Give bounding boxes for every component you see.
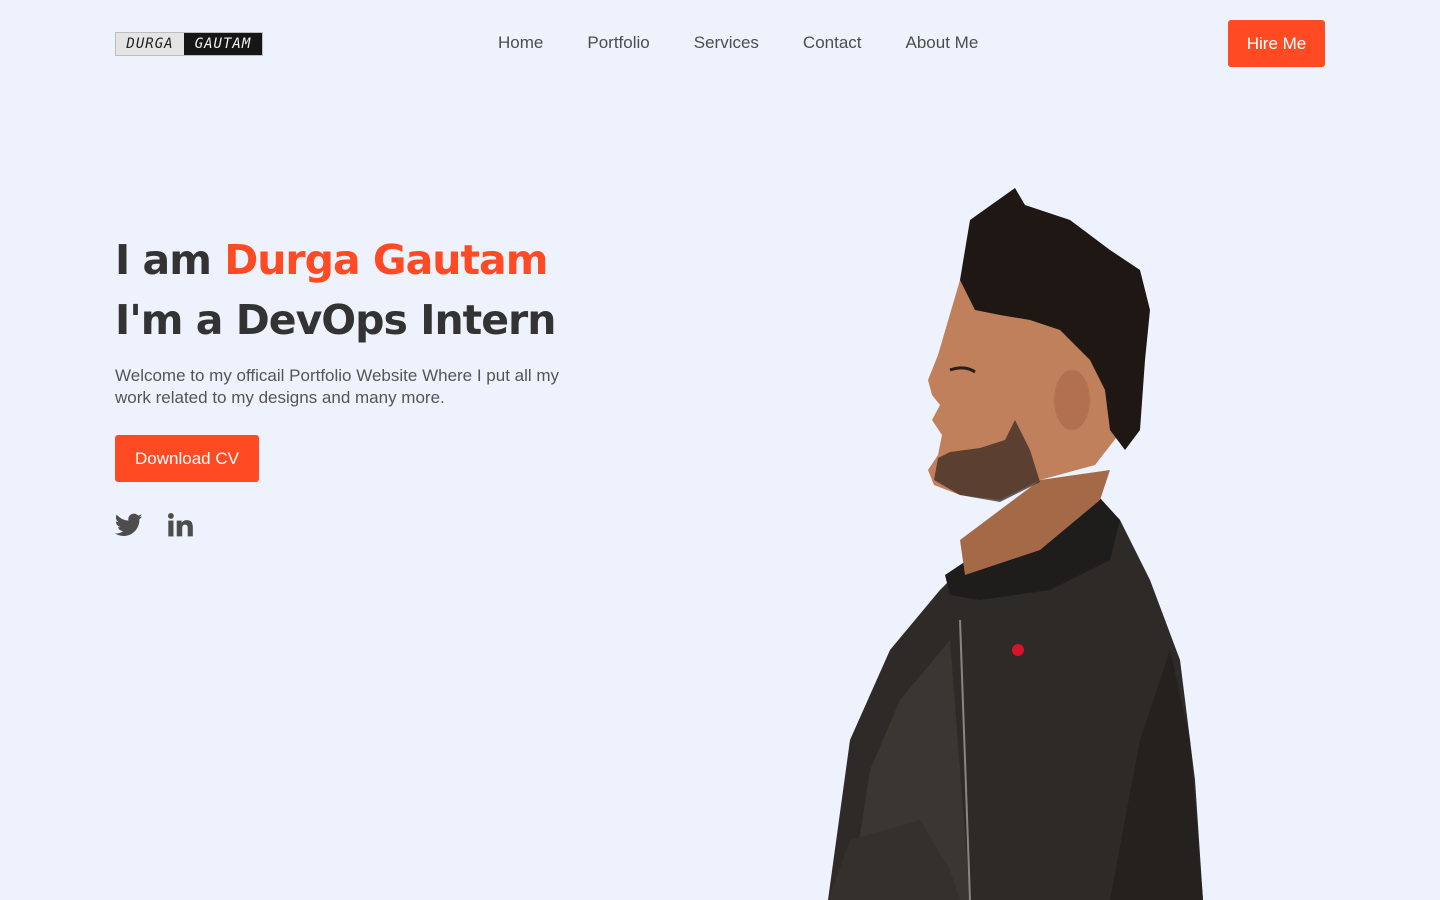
hero-name: Durga Gautam xyxy=(224,236,548,284)
nav-contact[interactable]: Contact xyxy=(803,33,862,53)
hero-description: Welcome to my officail Portfolio Website… xyxy=(115,366,560,407)
nav-home[interactable]: Home xyxy=(498,33,543,53)
download-cv-button[interactable]: Download CV xyxy=(115,435,259,482)
hero-role: I'm a DevOps Intern xyxy=(115,296,556,344)
social-links xyxy=(115,511,194,539)
nav-portfolio[interactable]: Portfolio xyxy=(587,33,649,53)
portfolio-page: DURGA GAUTAM Home Portfolio Services Con… xyxy=(0,0,1440,900)
twitter-icon xyxy=(115,513,143,536)
logo[interactable]: DURGA GAUTAM xyxy=(115,32,263,56)
twitter-link[interactable] xyxy=(115,511,143,539)
nav-services[interactable]: Services xyxy=(694,33,759,53)
main-nav: Home Portfolio Services Contact About Me xyxy=(498,31,978,55)
portrait-image xyxy=(828,188,1203,900)
nav-about-me[interactable]: About Me xyxy=(906,33,979,53)
logo-first-name: DURGA xyxy=(116,33,184,55)
logo-last-name: GAUTAM xyxy=(184,33,262,55)
linkedin-link[interactable] xyxy=(166,511,194,539)
linkedin-icon xyxy=(167,512,193,537)
hero-intro: I am Durga Gautam I'm a DevOps Intern We… xyxy=(115,230,585,409)
hire-me-button[interactable]: Hire Me xyxy=(1228,20,1325,67)
hero-greeting: I am xyxy=(115,236,212,284)
hero-heading: I am Durga Gautam xyxy=(115,230,585,290)
navbar: DURGA GAUTAM Home Portfolio Services Con… xyxy=(0,0,1440,88)
